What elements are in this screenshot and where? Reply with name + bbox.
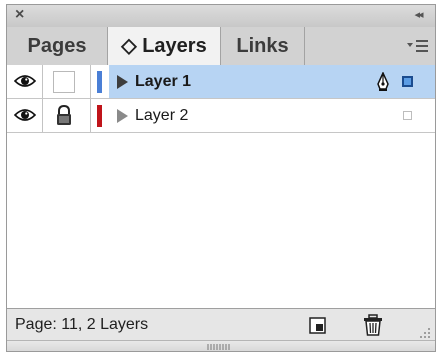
- selection-indicator[interactable]: [403, 111, 412, 120]
- new-layer-icon[interactable]: [309, 317, 327, 335]
- layer-name: Layer 2: [135, 107, 189, 124]
- layer-list: Layer 1 Layer 2: [7, 65, 435, 308]
- layer-row-main[interactable]: Layer 1: [109, 65, 435, 98]
- layer-row[interactable]: Layer 2: [7, 99, 435, 133]
- eye-icon: [14, 109, 36, 121]
- tab-bar: Pages ◇ Layers Links: [7, 27, 435, 66]
- lock-empty-box: [53, 71, 75, 93]
- resize-grip-icon[interactable]: [419, 327, 431, 339]
- status-text: Page: 11, 2 Layers: [15, 316, 149, 333]
- pen-nib-icon: [377, 72, 389, 91]
- selection-indicator[interactable]: [402, 76, 413, 87]
- drag-grip-icon[interactable]: [207, 344, 231, 350]
- lock-toggle[interactable]: [43, 65, 91, 98]
- close-icon[interactable]: ×: [15, 6, 31, 24]
- visibility-toggle[interactable]: [7, 65, 43, 98]
- expand-triangle-icon[interactable]: [117, 109, 128, 123]
- layer-color-swatch: [97, 105, 102, 127]
- panel-bottom-strip[interactable]: [7, 340, 435, 351]
- tab-layers[interactable]: ◇ Layers: [107, 27, 221, 66]
- tab-links[interactable]: Links: [221, 27, 305, 65]
- layer-row[interactable]: Layer 1: [7, 65, 435, 99]
- trash-icon[interactable]: [363, 314, 383, 336]
- lock-toggle[interactable]: [43, 99, 91, 132]
- tab-pages[interactable]: Pages: [7, 27, 107, 65]
- panel-menu-icon[interactable]: [405, 37, 429, 55]
- lock-icon: [57, 105, 71, 125]
- layers-panel: × ◂◂ Pages ◇ Layers Links Layer 1 Layer …: [6, 4, 436, 352]
- visibility-toggle[interactable]: [7, 99, 43, 132]
- layer-name: Layer 1: [135, 73, 192, 90]
- status-bar: Page: 11, 2 Layers: [7, 308, 435, 341]
- eye-icon: [14, 75, 36, 87]
- double-chevron-right-icon[interactable]: ◂◂: [409, 7, 427, 23]
- layer-color-swatch: [97, 71, 102, 93]
- layer-row-main[interactable]: Layer 2: [109, 99, 435, 132]
- expand-triangle-icon[interactable]: [117, 75, 128, 89]
- panel-titlebar[interactable]: × ◂◂: [7, 5, 435, 28]
